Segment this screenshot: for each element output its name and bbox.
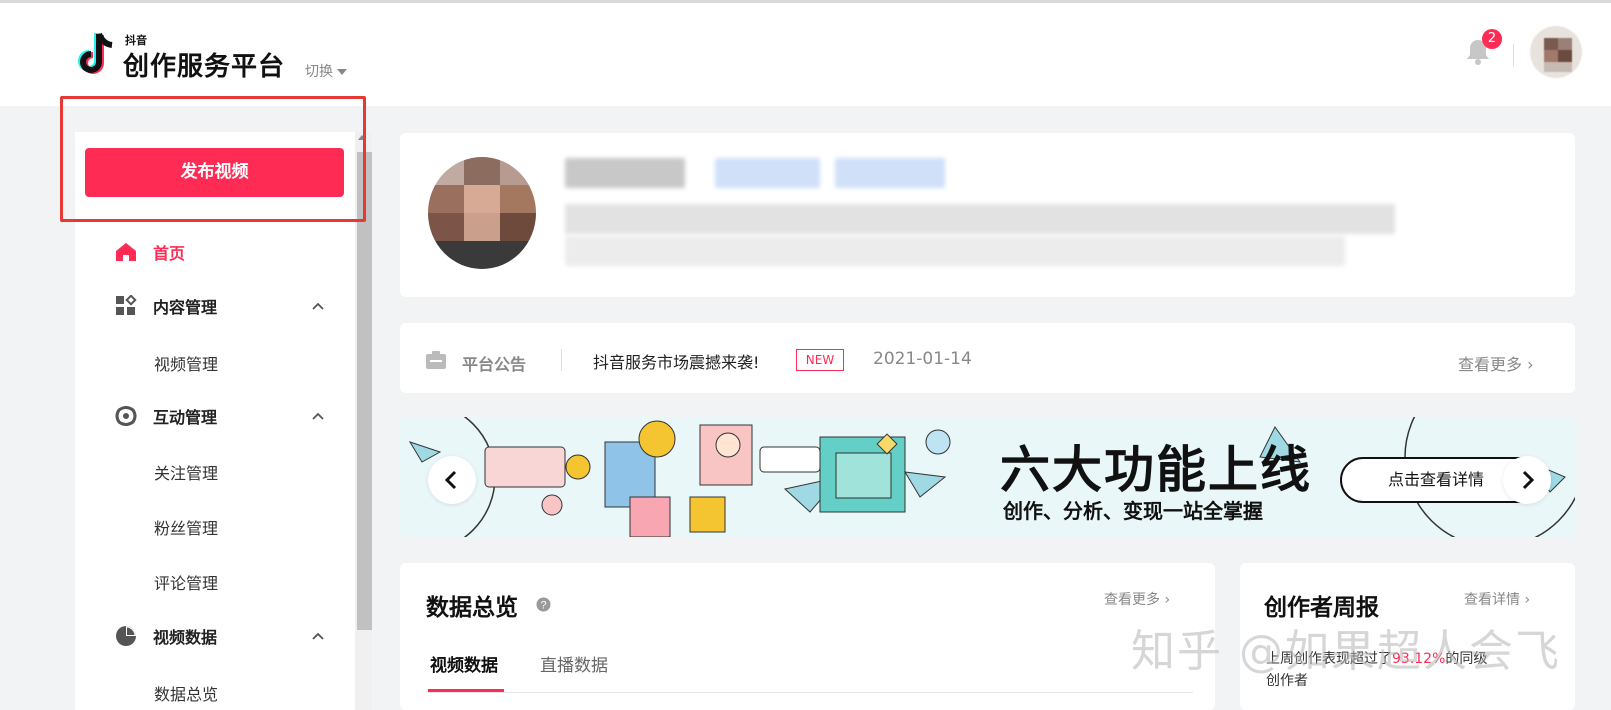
chevron-up-icon[interactable] xyxy=(312,300,324,312)
blurred-bio xyxy=(565,236,1345,266)
blurred-tag xyxy=(715,158,820,188)
douyin-logo-icon xyxy=(78,32,113,74)
announcement-divider xyxy=(561,349,562,371)
user-avatar[interactable] xyxy=(1530,26,1582,78)
sidebar-item-label: 首页 xyxy=(153,244,186,263)
data-overview-title: 数据总览 xyxy=(426,595,518,621)
announcement-title-link[interactable]: 抖音服务市场震撼来袭! xyxy=(593,349,759,373)
data-overview-card xyxy=(400,563,1215,710)
caret-down-icon xyxy=(337,69,347,75)
announcement-label: 平台公告 xyxy=(462,355,527,374)
announcement-bar xyxy=(400,323,1575,393)
sidebar-item-follow-management[interactable]: 关注管理 xyxy=(154,460,218,484)
sidebar-item-video-data[interactable]: 视频数据 xyxy=(115,624,217,648)
profile-avatar xyxy=(428,157,536,269)
data-overview-more-link[interactable]: 查看更多 › xyxy=(1104,589,1170,609)
new-badge: NEW xyxy=(796,349,844,371)
sidebar-item-fans-management[interactable]: 粉丝管理 xyxy=(154,515,218,539)
header-divider xyxy=(1513,44,1514,66)
blurred-tag xyxy=(835,158,945,188)
sidebar-item-interaction-management[interactable]: 互动管理 xyxy=(115,404,217,428)
chevron-left-icon xyxy=(444,470,457,490)
switch-button[interactable]: 切换 xyxy=(305,61,347,81)
details-label: 查看详情 xyxy=(1464,592,1520,608)
chevron-up-icon[interactable] xyxy=(312,410,324,422)
tab-video-data[interactable]: 视频数据 xyxy=(430,651,498,676)
sidebar-item-label: 内容管理 xyxy=(153,298,218,317)
tab-live-data[interactable]: 直播数据 xyxy=(540,651,608,676)
announcement-date: 2021-01-14 xyxy=(873,349,972,369)
more-label: 查看更多 xyxy=(1104,592,1160,608)
zhihu-watermark: 知乎 @如果超人会飞 xyxy=(1131,626,1561,677)
platform-title: 创作服务平台 xyxy=(123,52,286,82)
active-tab-indicator xyxy=(428,689,504,692)
banner-subtitle: 创作、分析、变现一站全掌握 xyxy=(1003,499,1263,523)
home-icon xyxy=(116,243,136,261)
grid-icon xyxy=(116,295,137,315)
chevron-right-icon xyxy=(1522,470,1535,490)
sidebar-item-label: 视频数据 xyxy=(153,628,218,647)
switch-label: 切换 xyxy=(305,64,333,80)
weekly-report-details-link[interactable]: 查看详情 › xyxy=(1464,589,1530,609)
notification-badge: 2 xyxy=(1482,29,1502,49)
banner-prev-button[interactable] xyxy=(428,456,476,504)
highlight-annotation-box xyxy=(60,96,366,222)
announcement-more-link[interactable]: 查看更多 › xyxy=(1458,351,1534,375)
banner-next-button[interactable] xyxy=(1503,456,1551,504)
scrollbar-thumb[interactable] xyxy=(357,152,372,630)
sidebar-item-comment-management[interactable]: 评论管理 xyxy=(154,570,218,594)
blurred-stats xyxy=(565,204,1395,234)
blurred-username xyxy=(565,158,685,188)
sidebar-item-data-overview[interactable]: 数据总览 xyxy=(154,681,218,705)
banner-title: 六大功能上线 xyxy=(1000,441,1312,499)
more-label: 查看更多 xyxy=(1458,355,1523,374)
svg-text:?: ? xyxy=(540,600,546,612)
bulletin-icon xyxy=(426,351,446,369)
tab-divider xyxy=(428,692,1193,693)
sidebar-item-label: 互动管理 xyxy=(153,408,218,427)
sidebar-item-video-management[interactable]: 视频管理 xyxy=(154,351,218,375)
pie-chart-icon xyxy=(116,626,136,646)
sidebar-item-content-management[interactable]: 内容管理 xyxy=(115,294,217,318)
help-icon[interactable]: ? xyxy=(536,597,551,612)
chevron-up-icon[interactable] xyxy=(312,630,324,642)
interaction-icon xyxy=(115,406,137,426)
sidebar-item-home[interactable]: 首页 xyxy=(115,240,185,264)
